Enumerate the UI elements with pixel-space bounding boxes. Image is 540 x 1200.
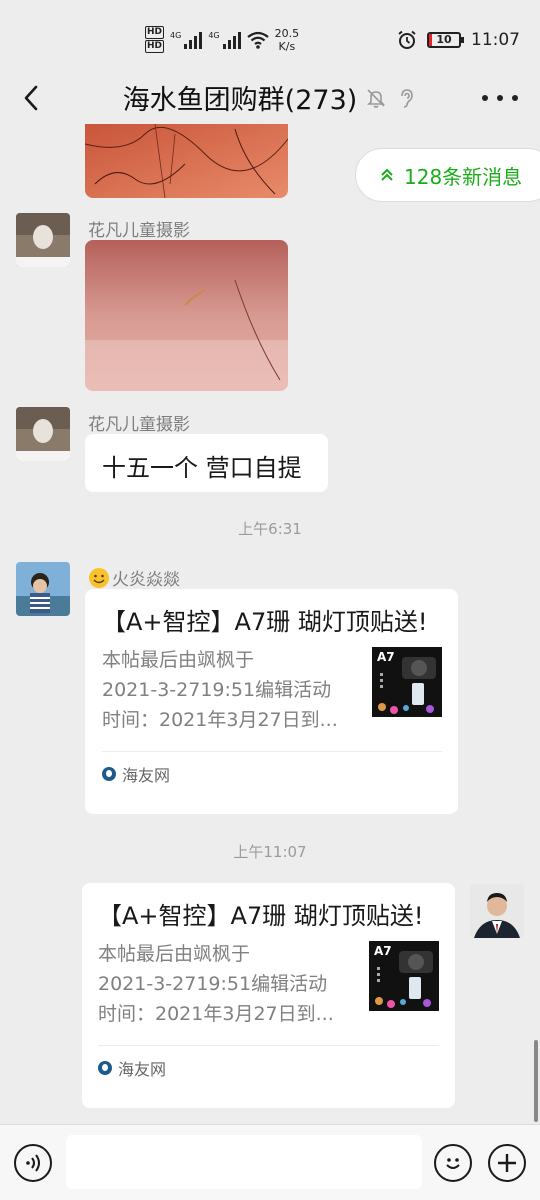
thumbnail-label: A7 <box>374 944 392 958</box>
voice-icon <box>26 1154 40 1172</box>
link-card-title: 【A+智控】A7珊 瑚灯顶贴送! <box>102 608 428 636</box>
thumbnail-label: A7 <box>377 650 395 664</box>
avatar-image <box>16 213 70 267</box>
avatar-image <box>16 407 70 461</box>
network-speed-unit: K/s <box>278 40 296 53</box>
title-group: 海水鱼团购群(273) <box>0 78 540 117</box>
link-card-thumbnail: A7 <box>372 647 442 717</box>
source-logo-icon <box>98 1061 112 1075</box>
network-type-2: 4G <box>208 31 220 40</box>
avatar[interactable] <box>16 407 70 461</box>
emoji-icon <box>446 1158 460 1169</box>
double-chevron-up-icon <box>381 168 393 181</box>
more-icon-dot <box>497 95 503 101</box>
hd-indicator: HD HD <box>145 26 165 54</box>
link-card-desc-line: 时间：2021年3月27日到... <box>102 709 338 731</box>
status-right-group: 10 11:07 <box>397 30 520 50</box>
voice-button[interactable] <box>14 1144 52 1182</box>
sender-name: 花凡儿童摄影 <box>88 221 190 241</box>
ear-icon <box>401 88 414 108</box>
mute-icon <box>367 88 386 108</box>
more-icon-dot <box>482 95 488 101</box>
network-speed: 20.5 K/s <box>275 27 300 53</box>
more-button[interactable] <box>482 80 518 116</box>
new-messages-button[interactable]: 128条新消息 <box>355 148 540 202</box>
link-card-description: 本帖最后由飒枫于 2021-3-2719:51编辑活动 时间：2021年3月27… <box>102 645 357 735</box>
status-network-group: HD HD 4G 4G 20.5 K/s <box>145 26 299 54</box>
status-bar: HD HD 4G 4G 20.5 K/s 10 11:07 <box>0 0 540 72</box>
link-card-source: 海友网 <box>98 1045 439 1080</box>
link-card-source-name: 海友网 <box>118 1060 167 1079</box>
scrollbar[interactable] <box>534 1040 538 1122</box>
avatar[interactable] <box>16 562 70 616</box>
chat-title: 海水鱼团购群(273) <box>122 85 358 116</box>
photo-thumbnail <box>85 124 288 198</box>
my-avatar[interactable] <box>470 884 524 938</box>
battery-level: 10 <box>436 33 452 46</box>
plus-button[interactable] <box>488 1144 526 1182</box>
photo-thumbnail <box>85 240 288 391</box>
hd-badge-2: HD <box>145 40 165 53</box>
alarm-icon <box>398 30 416 49</box>
signal-icon: 4G <box>170 31 203 49</box>
text-message-bubble[interactable]: 十五一个 营口自提 <box>85 434 328 492</box>
timestamp: 上午11:07 <box>233 843 307 861</box>
message-input[interactable] <box>66 1135 422 1189</box>
status-time: 11:07 <box>471 30 520 50</box>
link-card[interactable]: 【A+智控】A7珊 瑚灯顶贴送! 本帖最后由飒枫于 2021-3-2719:51… <box>85 589 458 814</box>
sender-name: 花凡儿童摄影 <box>88 415 190 435</box>
smile-emoji-icon <box>89 567 109 588</box>
hd-badge-1: HD <box>145 26 165 39</box>
link-card-desc-line: 本帖最后由飒枫于 <box>98 943 251 965</box>
image-message[interactable] <box>85 124 288 198</box>
message-text: 十五一个 营口自提 <box>102 454 302 482</box>
avatar-image <box>470 884 524 938</box>
link-card-desc-line: 2021-3-2719:51编辑活动 <box>98 973 328 995</box>
wifi-icon <box>246 31 269 49</box>
avatar-image <box>16 562 70 616</box>
network-speed-value: 20.5 <box>274 27 300 40</box>
input-bar <box>0 1124 540 1200</box>
link-card-title: 【A+智控】A7珊 瑚灯顶贴送! <box>98 902 424 930</box>
link-card[interactable]: 【A+智控】A7珊 瑚灯顶贴送! 本帖最后由飒枫于 2021-3-2719:51… <box>82 883 455 1108</box>
battery-icon: 10 <box>427 32 464 48</box>
emoji-button[interactable] <box>434 1144 472 1182</box>
signal-icon-2: 4G <box>208 31 241 49</box>
link-card-desc-line: 本帖最后由飒枫于 <box>102 649 255 671</box>
plus-icon <box>498 1154 516 1172</box>
sender-name-with-emoji: 火炎焱燚 <box>88 565 180 590</box>
source-logo-icon <box>102 767 116 781</box>
link-card-thumbnail: A7 <box>369 941 439 1011</box>
image-message[interactable] <box>85 240 288 391</box>
more-icon-dot <box>512 95 518 101</box>
link-card-description: 本帖最后由飒枫于 2021-3-2719:51编辑活动 时间：2021年3月27… <box>98 939 353 1029</box>
timestamp: 上午6:31 <box>238 520 302 538</box>
link-card-desc-line: 时间：2021年3月27日到... <box>98 1003 334 1025</box>
new-messages-label: 128条新消息 <box>404 164 523 189</box>
avatar[interactable] <box>16 213 70 267</box>
link-card-desc-line: 2021-3-2719:51编辑活动 <box>102 679 332 701</box>
network-type-1: 4G <box>170 31 182 40</box>
sender-name: 火炎焱燚 <box>112 570 180 590</box>
link-card-source-name: 海友网 <box>122 766 171 785</box>
link-card-source: 海友网 <box>102 751 442 786</box>
chat-header: 海水鱼团购群(273) <box>0 72 540 124</box>
